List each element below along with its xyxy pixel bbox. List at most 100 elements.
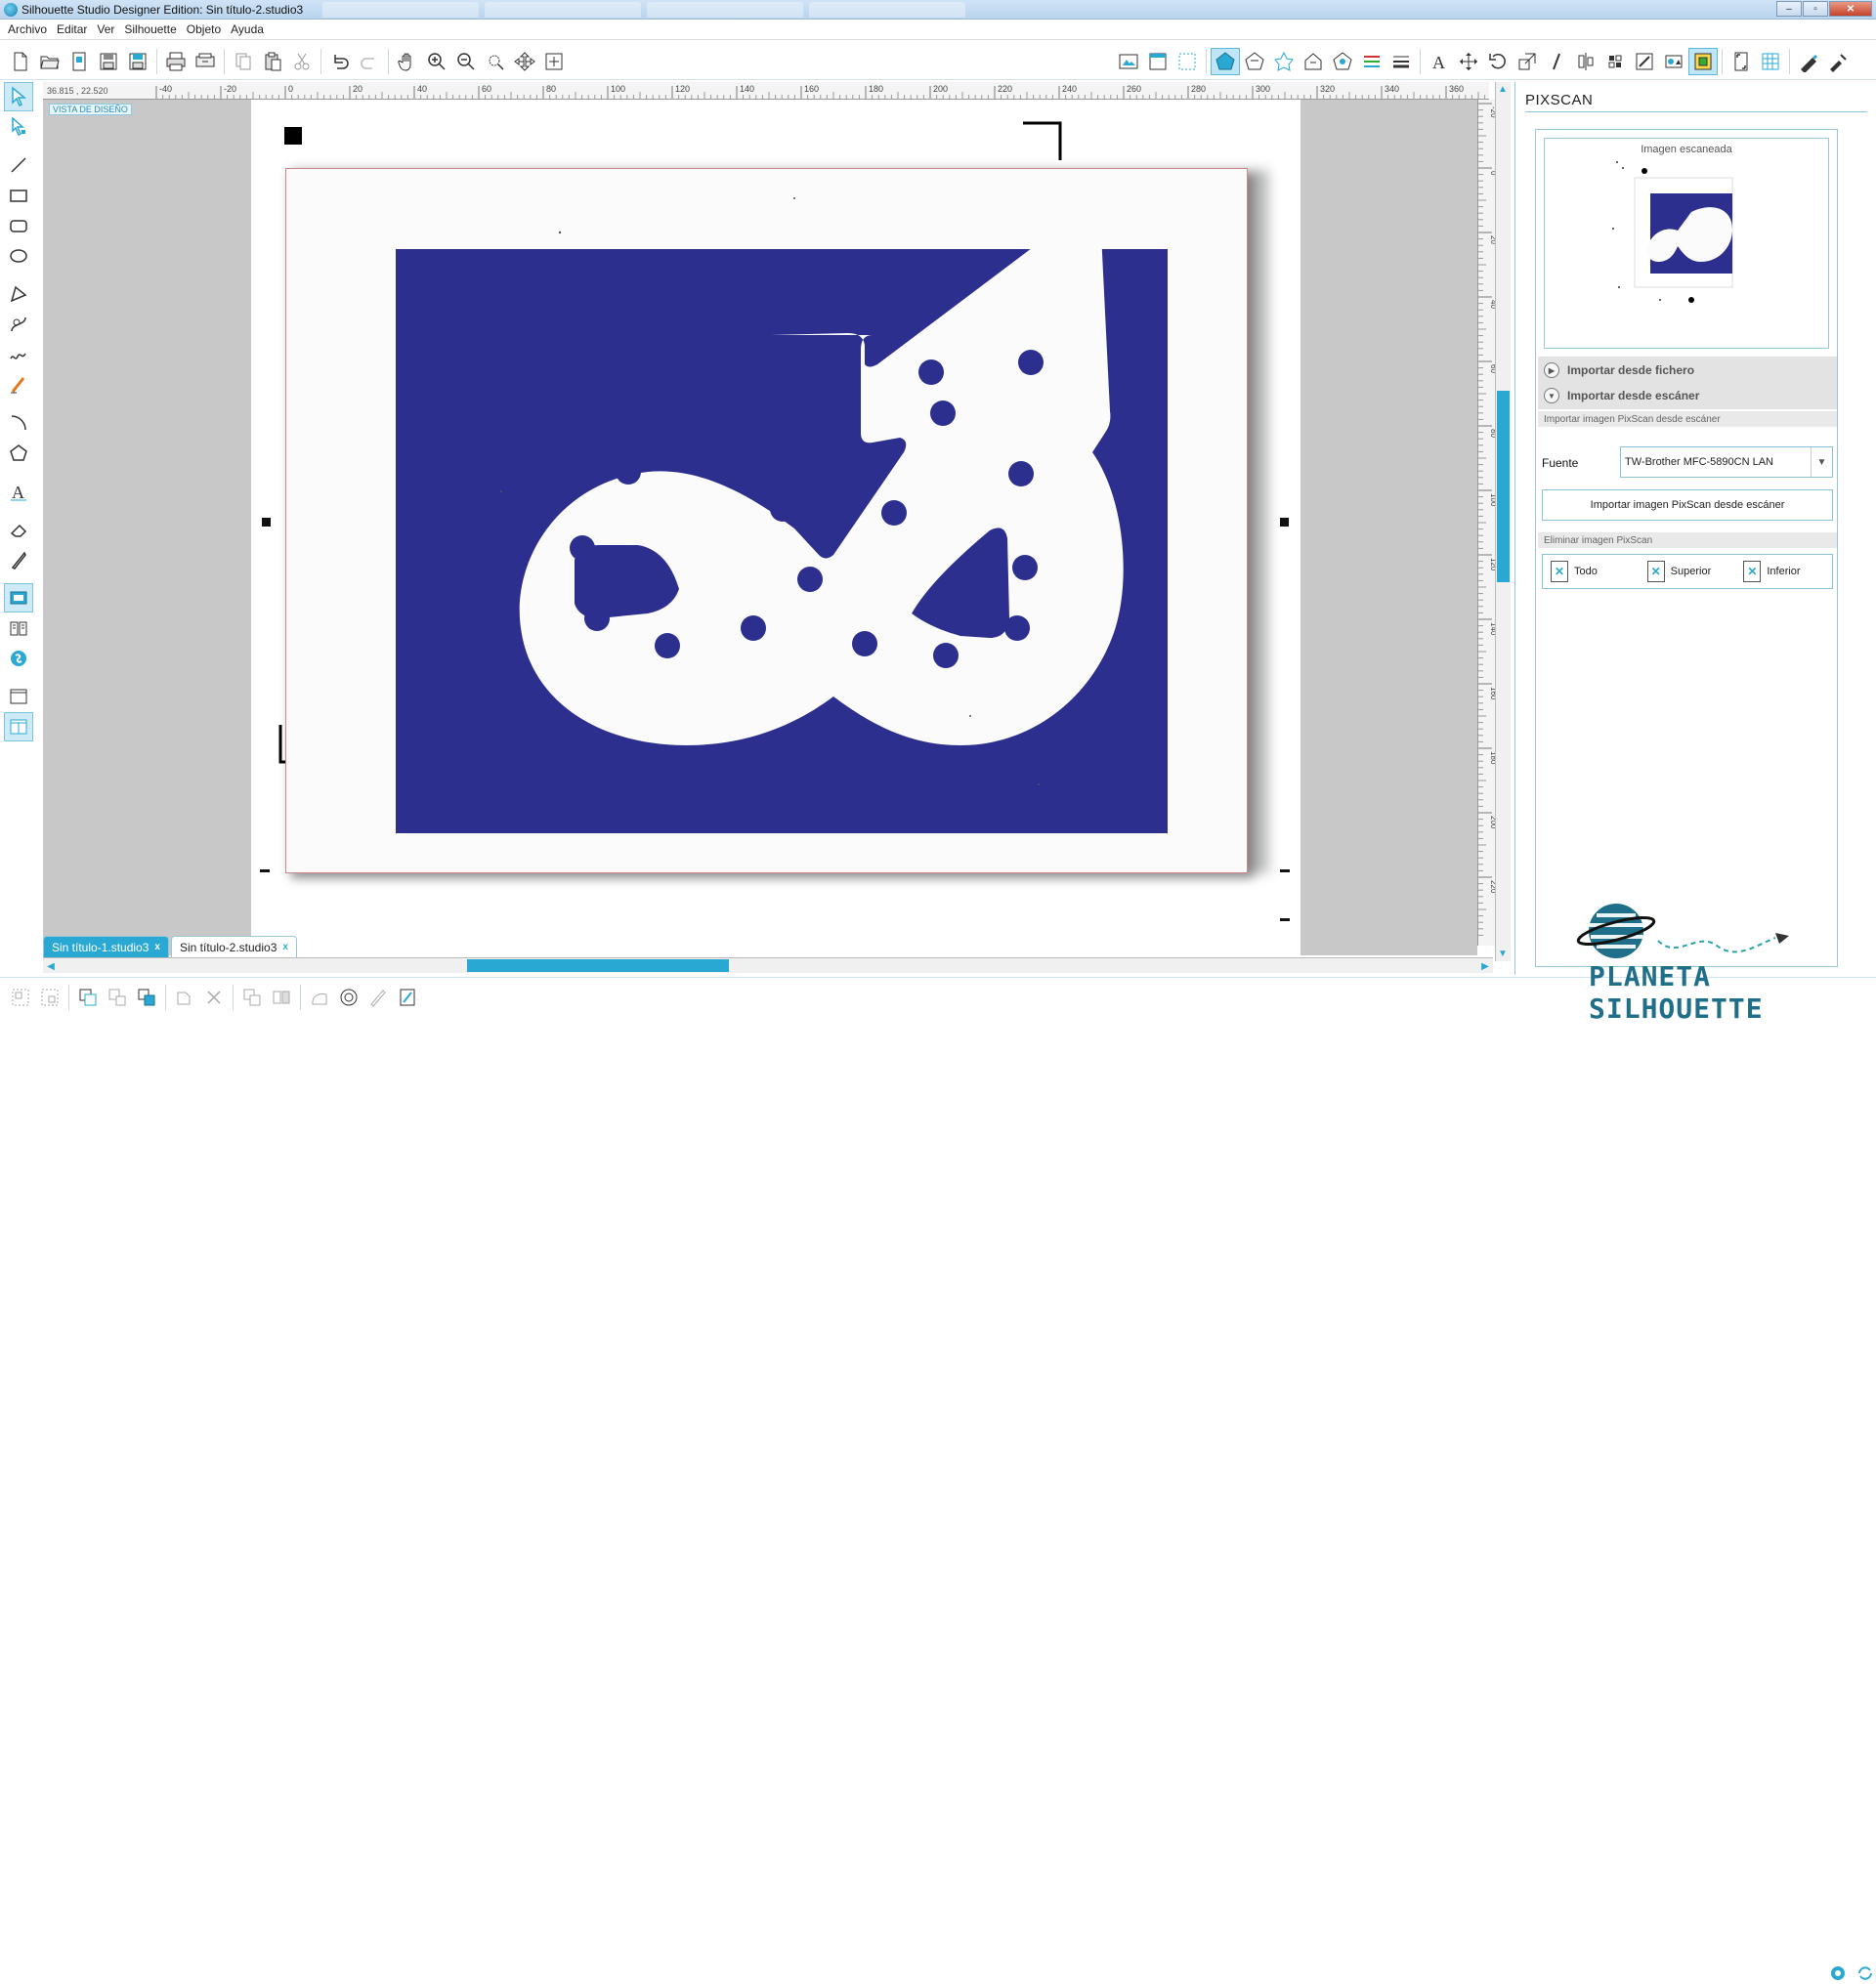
- select-tool-icon[interactable]: [4, 82, 33, 111]
- undo-icon[interactable]: [325, 48, 355, 75]
- make-compound-path-icon[interactable]: [73, 984, 103, 1011]
- delete-bottom-button[interactable]: ✕ Inferior: [1735, 561, 1832, 582]
- vertical-scrollbar[interactable]: ▲ ▼: [1495, 82, 1511, 961]
- selection-handle-bottom-left[interactable]: [260, 869, 270, 872]
- delete-icon[interactable]: [199, 984, 229, 1011]
- close-tab-2-icon[interactable]: x: [282, 942, 288, 952]
- trace-shape-icon[interactable]: [305, 984, 334, 1011]
- duplicate-icon[interactable]: [237, 984, 267, 1011]
- selection-handle-extra[interactable]: [1280, 918, 1290, 921]
- align-icon[interactable]: [1571, 48, 1600, 75]
- gear-icon[interactable]: [1827, 1963, 1849, 1984]
- fill-gradient-icon[interactable]: [1240, 48, 1269, 75]
- text-tool-icon[interactable]: A: [4, 477, 33, 506]
- scroll-right-icon[interactable]: ▶: [1479, 960, 1491, 972]
- minimize-button[interactable]: –: [1776, 1, 1802, 17]
- regular-polygon-tool-icon[interactable]: [4, 439, 33, 468]
- menu-ayuda[interactable]: Ayuda: [229, 22, 272, 36]
- ellipse-tool-icon[interactable]: [4, 241, 33, 271]
- scanner-source-select[interactable]: TW-Brother MFC-5890CN LAN ▼: [1620, 446, 1833, 478]
- scroll-down-icon[interactable]: ▼: [1498, 949, 1508, 959]
- selection-handle-right[interactable]: [1280, 518, 1289, 527]
- window-split-icon[interactable]: [4, 712, 33, 741]
- group-icon[interactable]: [6, 984, 35, 1011]
- save-icon[interactable]: [94, 48, 123, 75]
- print-icon[interactable]: [161, 48, 191, 75]
- text-style-icon[interactable]: A: [1425, 48, 1454, 75]
- scale-icon[interactable]: [1513, 48, 1542, 75]
- fill-color-icon[interactable]: [1211, 48, 1240, 75]
- close-tab-1-icon[interactable]: x: [154, 942, 160, 952]
- send-to-silhouette-icon[interactable]: [191, 48, 220, 75]
- cut-icon[interactable]: [287, 48, 317, 75]
- send-to-cutter-icon[interactable]: [1823, 48, 1853, 75]
- copy-icon[interactable]: [229, 48, 258, 75]
- menu-archivo[interactable]: Archivo: [6, 22, 55, 36]
- transform-icon[interactable]: [1454, 48, 1483, 75]
- menu-editar[interactable]: Editar: [55, 22, 95, 36]
- import-file-accordion[interactable]: ▶ Importar desde fichero: [1538, 357, 1837, 384]
- offset-icon[interactable]: [1659, 48, 1688, 75]
- arc-tool-icon[interactable]: [4, 408, 33, 438]
- import-scanner-accordion[interactable]: ▼ Importar desde escáner: [1538, 382, 1837, 409]
- design-view-icon[interactable]: [4, 583, 33, 612]
- delete-all-button[interactable]: ✕ Todo: [1543, 561, 1640, 582]
- grid-settings-icon[interactable]: [1172, 48, 1202, 75]
- open-folder-icon[interactable]: [35, 48, 64, 75]
- fill-pattern-icon[interactable]: [1269, 48, 1299, 75]
- shear-icon[interactable]: [1542, 48, 1571, 75]
- menu-ver[interactable]: Ver: [95, 22, 122, 36]
- pixscan-icon[interactable]: [1114, 48, 1143, 75]
- curve-tool-icon[interactable]: [4, 310, 33, 339]
- line-tool-icon[interactable]: [4, 150, 33, 180]
- line-color-icon[interactable]: [1299, 48, 1328, 75]
- menu-silhouette[interactable]: Silhouette: [122, 22, 184, 36]
- cut-settings-icon[interactable]: [1794, 48, 1823, 75]
- smooth-freehand-tool-icon[interactable]: [4, 370, 33, 400]
- delete-top-button[interactable]: ✕ Superior: [1640, 561, 1736, 582]
- pixscan-image[interactable]: [285, 168, 1254, 879]
- save-to-library-icon[interactable]: [123, 48, 152, 75]
- design-grid-icon[interactable]: [1756, 48, 1785, 75]
- mirror-icon[interactable]: [267, 984, 296, 1011]
- rounded-rectangle-tool-icon[interactable]: [4, 211, 33, 240]
- selection-handle-bottom-right[interactable]: [1280, 869, 1290, 872]
- release-compound-path-icon[interactable]: [103, 984, 132, 1011]
- knife-edit-icon[interactable]: [363, 984, 393, 1011]
- window-single-icon[interactable]: [4, 682, 33, 711]
- zoom-out-icon[interactable]: [451, 48, 481, 75]
- zoom-in-icon[interactable]: [422, 48, 451, 75]
- dropdown-arrow-icon[interactable]: ▼: [1811, 447, 1832, 477]
- print-and-cut-icon[interactable]: [393, 984, 422, 1011]
- rectangle-tool-icon[interactable]: [4, 181, 33, 210]
- zoom-drag-icon[interactable]: [510, 48, 539, 75]
- zoom-selection-icon[interactable]: [481, 48, 510, 75]
- close-window-button[interactable]: ✕: [1829, 1, 1872, 17]
- online-store-icon[interactable]: [4, 644, 33, 673]
- weld-icon[interactable]: [170, 984, 199, 1011]
- rotate-icon[interactable]: [1483, 48, 1513, 75]
- freehand-tool-icon[interactable]: [4, 340, 33, 369]
- refresh-icon[interactable]: [1855, 1963, 1876, 1984]
- doc-tab-1[interactable]: Sin título-1.studio3 x: [43, 936, 169, 957]
- scroll-left-icon[interactable]: ◀: [45, 960, 57, 972]
- paste-icon[interactable]: [258, 48, 287, 75]
- polygon-tool-icon[interactable]: [4, 279, 33, 309]
- fit-to-page-icon[interactable]: [539, 48, 569, 75]
- import-from-scanner-button[interactable]: Importar imagen PixScan desde escáner: [1542, 489, 1833, 521]
- ungroup-icon[interactable]: [35, 984, 64, 1011]
- replicate-icon[interactable]: [1600, 48, 1630, 75]
- selection-handle-left[interactable]: [262, 518, 271, 527]
- shadow-icon[interactable]: [1328, 48, 1357, 75]
- bring-to-front-icon[interactable]: [132, 984, 161, 1011]
- offset-shape-icon[interactable]: [334, 984, 363, 1011]
- line-style-icon[interactable]: [1357, 48, 1386, 75]
- menu-objeto[interactable]: Objeto: [185, 22, 229, 36]
- edit-points-icon[interactable]: [4, 112, 33, 142]
- library-icon[interactable]: [64, 48, 94, 75]
- line-weight-icon[interactable]: [1386, 48, 1416, 75]
- pan-hand-icon[interactable]: [393, 48, 422, 75]
- doc-tab-2[interactable]: Sin título-2.studio3 x: [170, 936, 297, 957]
- redo-icon[interactable]: [355, 48, 384, 75]
- library-view-icon[interactable]: [4, 613, 33, 643]
